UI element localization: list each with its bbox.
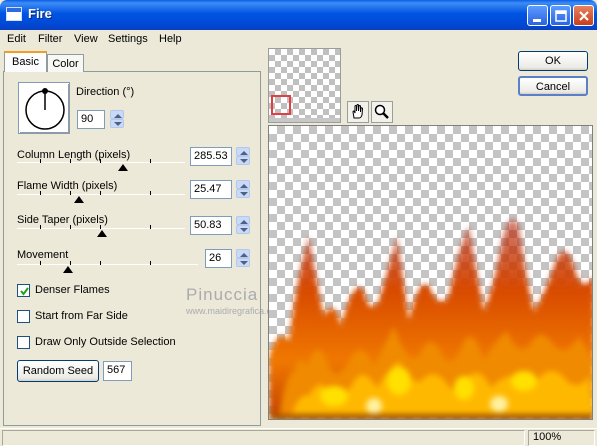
flame-width-input[interactable]: 25.47 [190, 180, 232, 199]
direction-label: Direction (°) [76, 86, 135, 98]
direction-dial[interactable] [18, 82, 70, 134]
menu-view[interactable]: View [74, 33, 98, 45]
movement-thumb[interactable] [63, 266, 73, 273]
menu-help[interactable]: Help [159, 33, 182, 45]
start-far-side-label: Start from Far Side [35, 310, 128, 322]
magnifier-icon [374, 104, 389, 119]
denser-flames-checkbox[interactable] [17, 284, 30, 297]
close-icon [579, 11, 589, 21]
hand-icon [352, 104, 364, 119]
outside-selection-label: Draw Only Outside Selection [35, 336, 176, 348]
menu-bar: Edit Filter View Settings Help [0, 30, 597, 49]
column-length-label: Column Length (pixels) [17, 149, 131, 161]
pan-tool-button[interactable] [347, 101, 369, 123]
direction-input[interactable]: 90 [77, 110, 105, 129]
title-bar[interactable]: Fire [0, 0, 597, 30]
zoom-tool-button[interactable] [371, 101, 393, 123]
app-window-icon [6, 7, 22, 21]
side-taper-input[interactable]: 50.83 [190, 216, 232, 235]
fire-flames-image [269, 219, 592, 419]
maximize-button[interactable] [550, 5, 571, 26]
ok-button[interactable]: OK [518, 51, 588, 71]
column-length-thumb[interactable] [118, 164, 128, 171]
movement-label: Movement [17, 249, 69, 261]
direction-dial-graphic [25, 88, 65, 130]
movement-spinner[interactable] [236, 249, 250, 267]
denser-flames-label: Denser Flames [35, 284, 110, 296]
side-taper-label: Side Taper (pixels) [17, 214, 108, 226]
minimize-button[interactable] [527, 5, 548, 26]
menu-settings[interactable]: Settings [108, 33, 148, 45]
tab-basic[interactable]: Basic [4, 51, 47, 72]
start-far-side-checkbox[interactable] [17, 310, 30, 323]
maximize-icon [555, 10, 567, 22]
fire-preview-canvas[interactable] [268, 125, 593, 420]
watermark-name: Pinuccia [186, 285, 259, 304]
menu-filter[interactable]: Filter [38, 33, 62, 45]
column-length-spinner[interactable] [236, 147, 250, 165]
outside-selection-checkbox[interactable] [17, 336, 30, 349]
checkmark-icon [20, 287, 29, 296]
random-seed-input[interactable]: 567 [103, 361, 132, 381]
minimize-icon [533, 19, 541, 22]
flame-width-label: Flame Width (pixels) [17, 180, 118, 192]
side-taper-spinner[interactable] [236, 216, 250, 234]
navigator-view-rectangle[interactable] [271, 95, 291, 115]
watermark-url: www.maidiregrafica.eu [186, 306, 277, 316]
close-button[interactable] [573, 5, 594, 26]
window-title: Fire [28, 6, 52, 21]
flame-width-thumb[interactable] [74, 196, 84, 203]
direction-spinner[interactable] [110, 110, 124, 128]
menu-edit[interactable]: Edit [7, 33, 26, 45]
flame-width-spinner[interactable] [236, 180, 250, 198]
movement-input[interactable]: 26 [205, 249, 232, 268]
tab-color[interactable]: Color [47, 54, 84, 72]
status-bar: 100% [0, 428, 597, 446]
column-length-input[interactable]: 285.53 [190, 147, 232, 166]
random-seed-button[interactable]: Random Seed [17, 360, 99, 382]
zoom-level: 100% [533, 431, 562, 443]
side-taper-thumb[interactable] [97, 230, 107, 237]
cancel-button[interactable]: Cancel [518, 76, 588, 96]
